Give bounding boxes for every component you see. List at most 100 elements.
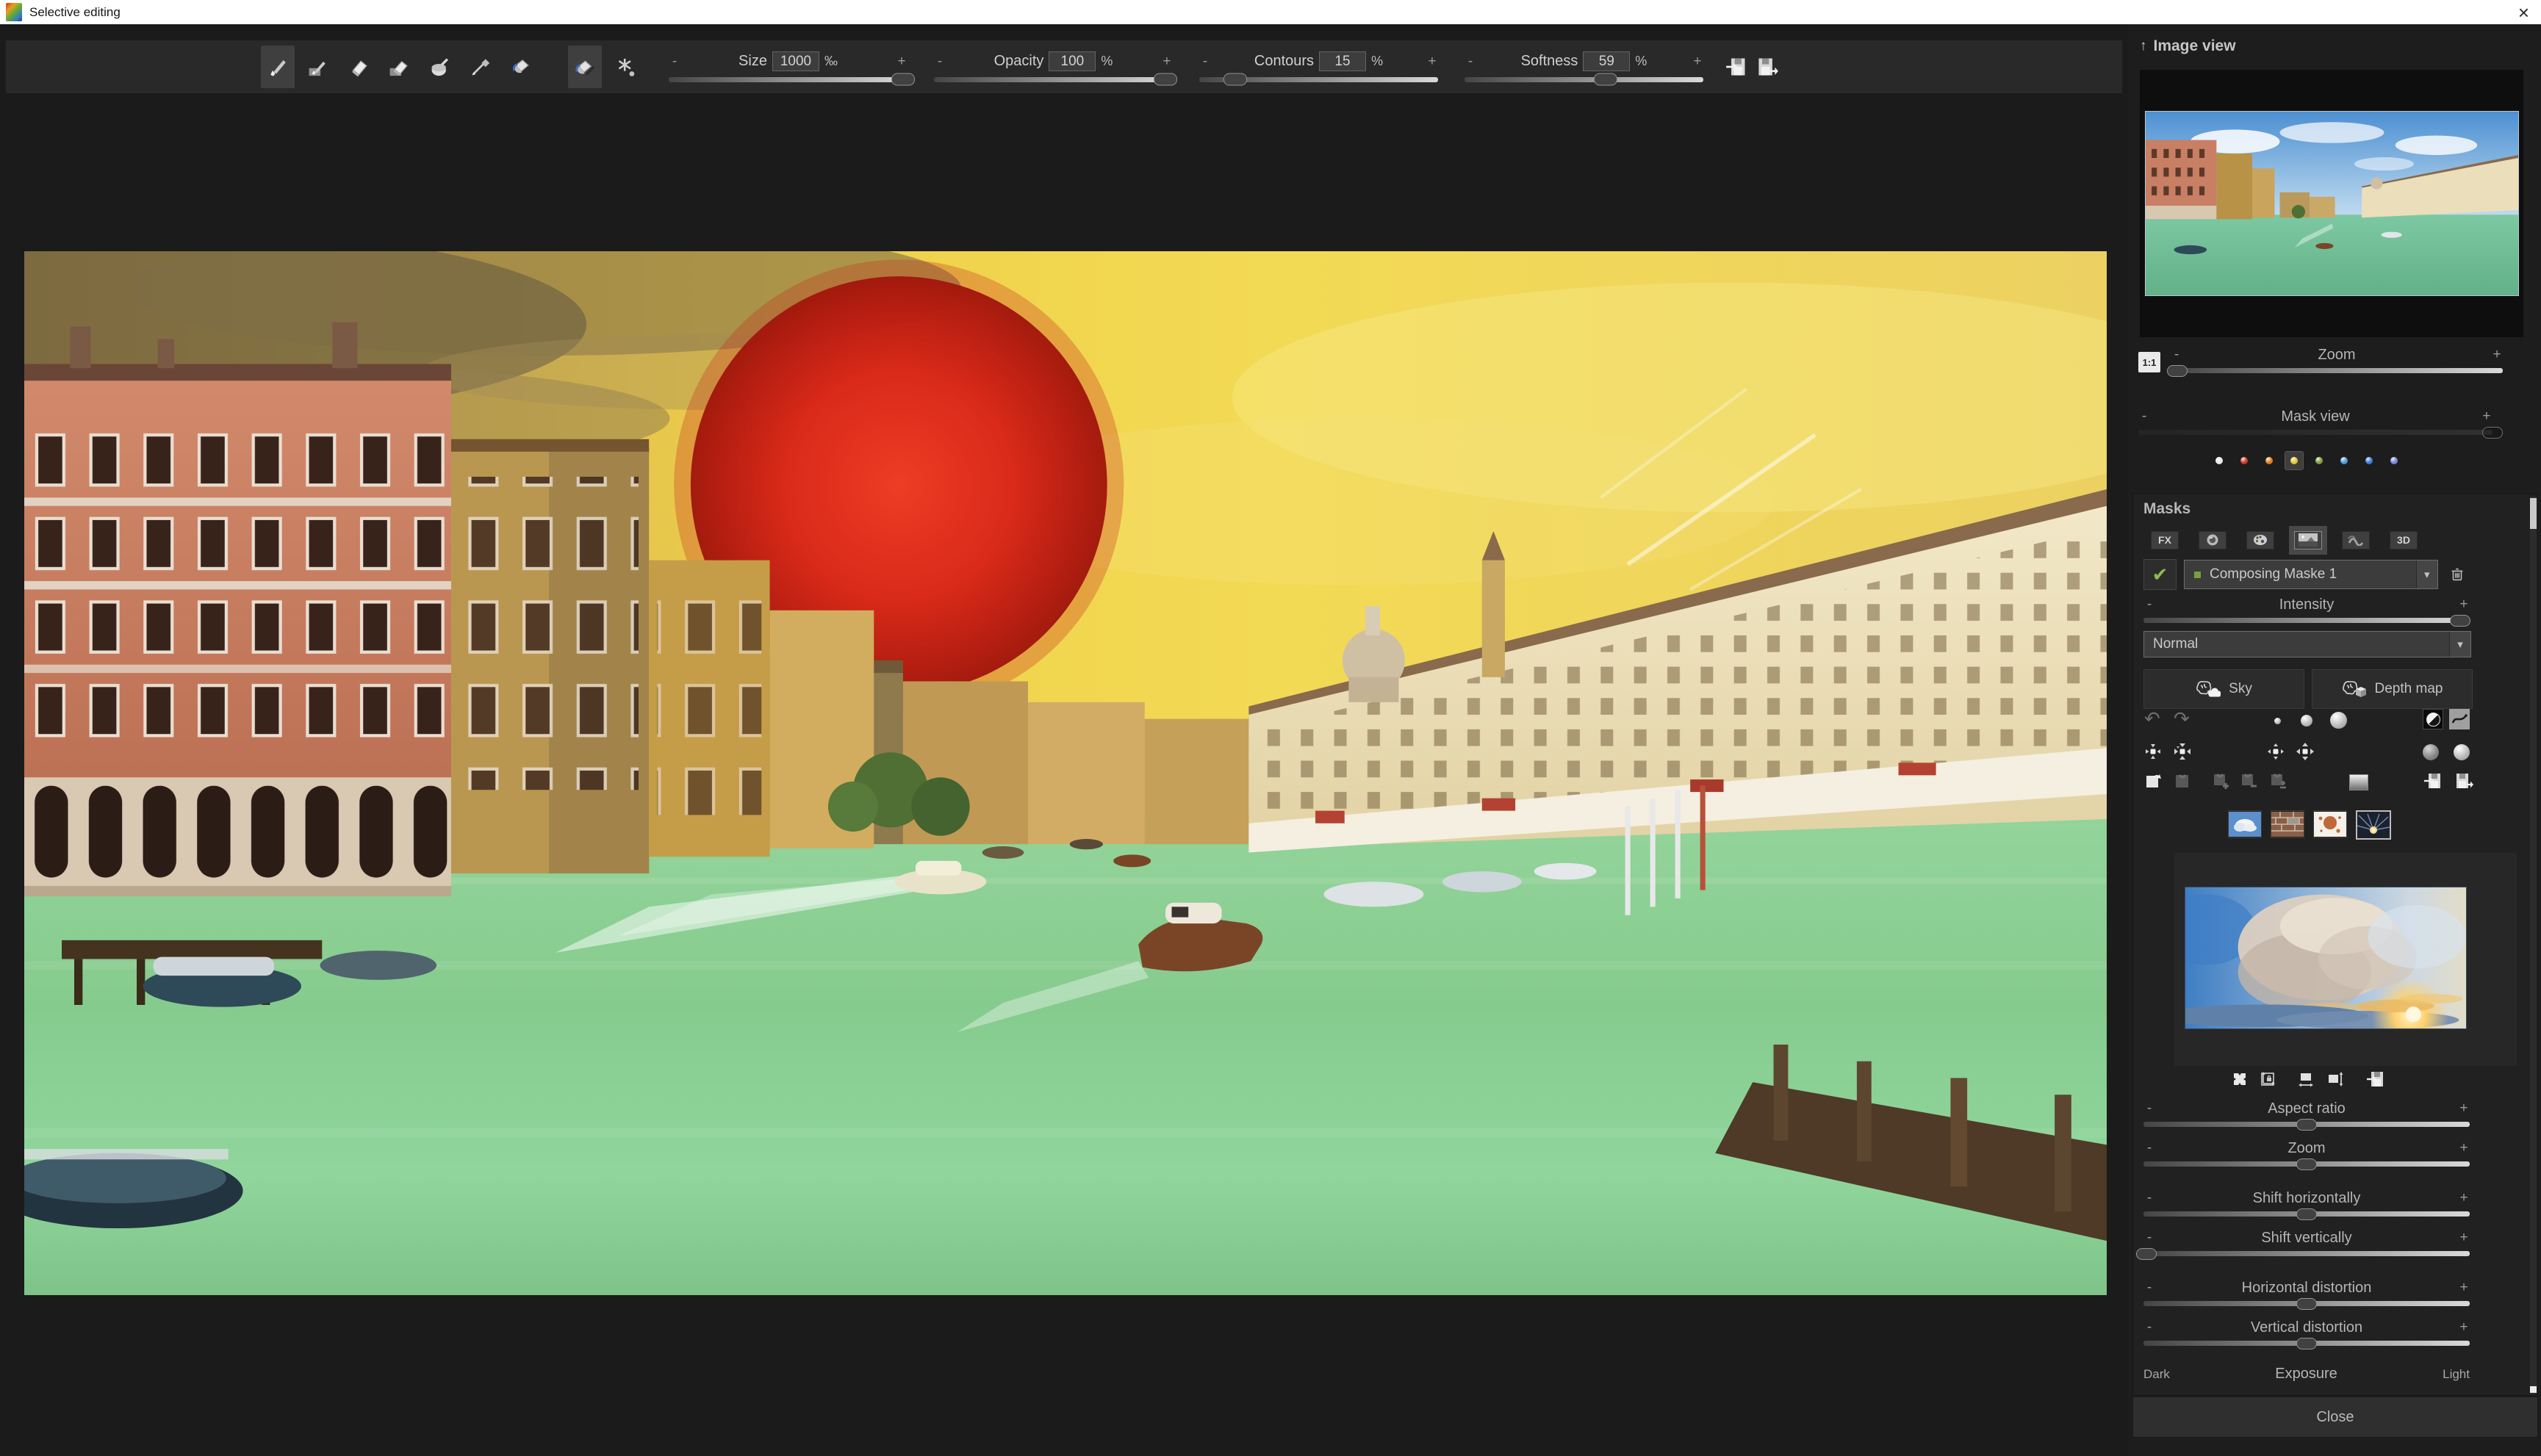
zoom-slider-handle[interactable] bbox=[2167, 365, 2188, 377]
export-mask-file-button[interactable] bbox=[2454, 771, 2474, 791]
aspect-ratio-slider[interactable] bbox=[2143, 1122, 2470, 1127]
new-mask-button[interactable] bbox=[2143, 771, 2163, 791]
contract-mask-more-button[interactable] bbox=[2172, 741, 2193, 762]
navigator-thumbnail[interactable] bbox=[2145, 111, 2519, 296]
mask-color-option-white[interactable] bbox=[2210, 452, 2228, 469]
brush-size-medium-button[interactable] bbox=[2301, 715, 2312, 727]
stamp-tool-button[interactable] bbox=[423, 46, 456, 88]
shift-vertical-increase-button[interactable]: + bbox=[2458, 1230, 2470, 1246]
stretch-width-button[interactable] bbox=[2296, 1069, 2316, 1089]
size-decrease-button[interactable]: - bbox=[669, 54, 680, 70]
contours-increase-button[interactable]: + bbox=[1426, 54, 1438, 70]
brush-size-small-button[interactable] bbox=[2274, 718, 2281, 724]
mask-view-slider-handle[interactable] bbox=[2482, 427, 2503, 439]
magic-eraser-tool-button[interactable] bbox=[608, 46, 642, 88]
import-mask-button[interactable] bbox=[1725, 56, 1747, 78]
import-mask-file-button[interactable] bbox=[2423, 771, 2443, 791]
mask-color-option-periwinkle[interactable] bbox=[2385, 452, 2403, 469]
composing-zoom-decrease-button[interactable]: - bbox=[2143, 1140, 2155, 1156]
mask-color-option-skyblue[interactable] bbox=[2335, 452, 2353, 469]
vertical-distortion-slider[interactable] bbox=[2143, 1341, 2470, 1346]
image-view-header[interactable]: ↑ Image view bbox=[2140, 37, 2236, 55]
soft-edge-sphere-button[interactable] bbox=[2423, 744, 2439, 760]
stretch-height-button[interactable] bbox=[2325, 1069, 2346, 1089]
aspect-ratio-slider-handle[interactable] bbox=[2296, 1119, 2317, 1131]
paint-brush-tool-button[interactable] bbox=[261, 46, 295, 88]
chevron-down-icon[interactable]: ▾ bbox=[2449, 632, 2470, 657]
load-composing-image-button[interactable] bbox=[2365, 1069, 2386, 1089]
depth-map-ai-button[interactable]: Depth map bbox=[2312, 669, 2473, 709]
shift-horizontal-increase-button[interactable]: + bbox=[2458, 1190, 2470, 1206]
tab-texture[interactable] bbox=[2342, 531, 2370, 549]
window-close-button[interactable]: × bbox=[2518, 3, 2529, 22]
paint-mask-button[interactable] bbox=[2449, 709, 2470, 729]
zoom-increase-button[interactable]: + bbox=[2491, 347, 2503, 363]
vertical-distortion-decrease-button[interactable]: - bbox=[2143, 1319, 2155, 1336]
mask-color-option-blue[interactable] bbox=[2360, 452, 2378, 469]
softness-decrease-button[interactable]: - bbox=[1464, 54, 1476, 70]
softness-value-input[interactable]: 59 bbox=[1583, 51, 1630, 71]
mask-color-option-red[interactable] bbox=[2235, 452, 2253, 469]
composing-zoom-slider-handle[interactable] bbox=[2296, 1158, 2317, 1170]
softness-slider[interactable] bbox=[1464, 77, 1703, 82]
close-button[interactable]: Close bbox=[2132, 1396, 2538, 1438]
sky-ai-button[interactable]: Sky bbox=[2143, 669, 2304, 709]
opacity-value-input[interactable]: 100 bbox=[1049, 51, 1096, 71]
category-rays-thumbnail[interactable] bbox=[2356, 810, 2391, 840]
composing-zoom-increase-button[interactable]: + bbox=[2458, 1140, 2470, 1156]
intersect-mask-button[interactable] bbox=[2268, 771, 2289, 791]
aspect-ratio-decrease-button[interactable]: - bbox=[2143, 1100, 2155, 1117]
contours-slider[interactable] bbox=[1199, 77, 1438, 82]
copy-mask-button[interactable] bbox=[2172, 771, 2193, 791]
tab-landscape[interactable] bbox=[2294, 531, 2322, 549]
center-mask-button[interactable] bbox=[2229, 1069, 2250, 1089]
shift-horizontal-slider[interactable] bbox=[2143, 1211, 2470, 1217]
size-increase-button[interactable]: + bbox=[896, 54, 908, 70]
shift-vertical-slider-handle[interactable] bbox=[2136, 1248, 2157, 1260]
category-cloud-thumbnail[interactable] bbox=[2228, 810, 2262, 838]
contours-value-input[interactable]: 15 bbox=[1319, 51, 1366, 71]
category-bricks-thumbnail[interactable] bbox=[2271, 810, 2304, 838]
invert-mask-button[interactable] bbox=[2423, 709, 2443, 729]
shift-vertical-slider[interactable] bbox=[2143, 1251, 2470, 1256]
expand-mask-button[interactable] bbox=[2265, 741, 2286, 762]
mask-delete-button[interactable] bbox=[2445, 561, 2470, 588]
shift-horizontal-decrease-button[interactable]: - bbox=[2143, 1190, 2155, 1206]
vertical-distortion-slider-handle[interactable] bbox=[2296, 1338, 2317, 1349]
redo-button[interactable]: ↷ bbox=[2174, 709, 2190, 728]
tab-fx[interactable]: FX bbox=[2151, 531, 2179, 549]
size-value-input[interactable]: 1000 bbox=[772, 51, 819, 71]
lock-aspect-button[interactable] bbox=[2257, 1069, 2278, 1089]
intensity-decrease-button[interactable]: - bbox=[2143, 597, 2155, 613]
intensity-increase-button[interactable]: + bbox=[2458, 597, 2470, 613]
hard-edge-sphere-button[interactable] bbox=[2454, 744, 2470, 760]
mask-select[interactable]: Composing Maske 1 ▾ bbox=[2184, 560, 2438, 589]
tab-palette[interactable] bbox=[2246, 531, 2274, 549]
shift-vertical-decrease-button[interactable]: - bbox=[2143, 1230, 2155, 1246]
contours-decrease-button[interactable]: - bbox=[1199, 54, 1211, 70]
add-mask-button[interactable] bbox=[2211, 771, 2232, 791]
size-slider[interactable] bbox=[669, 77, 908, 82]
chevron-down-icon[interactable]: ▾ bbox=[2416, 561, 2437, 588]
mask-eraser-tool-button[interactable] bbox=[382, 46, 416, 88]
intensity-slider-handle[interactable] bbox=[2450, 615, 2470, 627]
mask-color-option-orange[interactable] bbox=[2260, 452, 2278, 469]
maskview-decrease-button[interactable]: - bbox=[2138, 408, 2150, 425]
zoom-slider[interactable] bbox=[2171, 368, 2503, 373]
mask-view-slider[interactable] bbox=[2138, 430, 2493, 435]
opacity-decrease-button[interactable]: - bbox=[934, 54, 946, 70]
horizontal-distortion-slider-handle[interactable] bbox=[2296, 1298, 2317, 1310]
zoom-1to1-button[interactable]: 1:1 bbox=[2138, 352, 2160, 372]
horizontal-distortion-increase-button[interactable]: + bbox=[2458, 1280, 2470, 1296]
vertical-distortion-increase-button[interactable]: + bbox=[2458, 1319, 2470, 1336]
horizontal-distortion-slider[interactable] bbox=[2143, 1301, 2470, 1306]
category-splatter-thumbnail[interactable] bbox=[2313, 810, 2347, 838]
composing-zoom-slider[interactable] bbox=[2143, 1161, 2470, 1167]
opacity-slider[interactable] bbox=[934, 77, 1173, 82]
horizontal-distortion-decrease-button[interactable]: - bbox=[2143, 1280, 2155, 1296]
shift-horizontal-slider-handle[interactable] bbox=[2296, 1208, 2317, 1220]
eraser-tool-button[interactable] bbox=[342, 46, 375, 88]
contours-slider-handle[interactable] bbox=[1223, 73, 1247, 86]
canvas-image[interactable] bbox=[24, 251, 2107, 1295]
export-mask-button[interactable] bbox=[1756, 56, 1778, 78]
